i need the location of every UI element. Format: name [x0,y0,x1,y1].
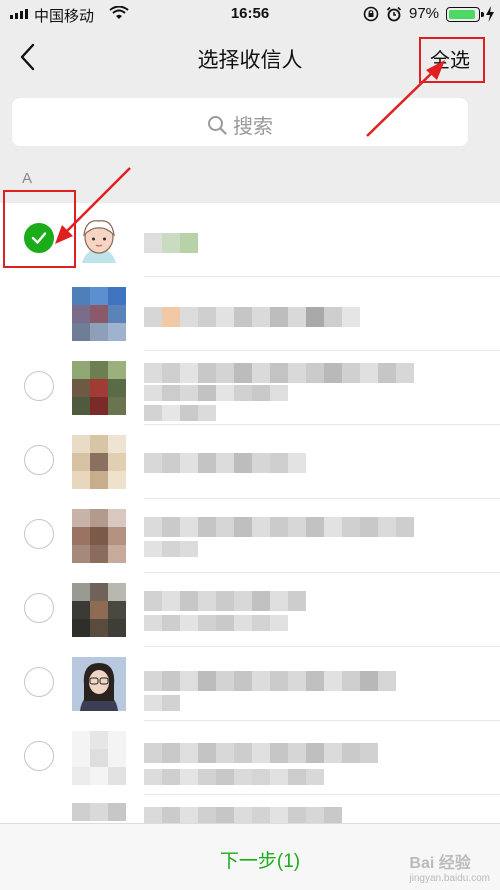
avatar [72,361,126,415]
contact-name-blurred [144,405,216,421]
contact-name-blurred [144,385,288,401]
contact-name-blurred [144,671,396,691]
search-icon [208,115,227,135]
contact-name-blurred [144,541,198,557]
avatar [72,657,126,711]
contact-row[interactable] [0,425,500,499]
contact-name-blurred [144,769,324,785]
avatar [72,509,126,563]
section-index-letter: A [22,170,33,187]
contact-name-blurred [144,307,360,327]
battery-icon [446,7,484,22]
checkbox-unchecked[interactable] [24,519,54,549]
checkbox-unchecked[interactable] [24,593,54,623]
contact-name-blurred [144,363,414,383]
contact-row[interactable] [0,573,500,647]
next-step-button[interactable]: 下一步(1) [203,842,317,876]
charging-icon [486,6,494,22]
contact-row[interactable] [0,499,500,573]
contact-name-blurred [144,615,288,631]
contact-name-blurred [144,517,414,537]
avatar [72,435,126,489]
contact-name-blurred [144,453,306,473]
status-bar: 中国移动 16:56 97% [0,0,500,30]
battery-percent: 97% [409,5,440,22]
contact-name-blurred [144,695,180,711]
avatar [72,731,126,785]
checkbox-unchecked[interactable] [24,667,54,697]
avatar [72,583,126,637]
rotation-lock-icon [363,6,379,22]
contact-name-blurred [144,591,306,611]
avatar [72,215,126,269]
contact-row[interactable] [0,721,500,795]
contact-name-blurred [144,233,198,253]
search-placeholder: 搜索 [233,116,273,138]
checkbox-unchecked[interactable] [24,741,54,771]
contact-row[interactable] [0,647,500,721]
contact-row[interactable] [0,277,500,351]
bottom-bar: 下一步(1) Bai 经验 jingyan.baidu.com [0,823,500,890]
annotation-box-checkbox [3,190,76,268]
avatar [72,287,126,341]
contact-list [0,203,500,827]
search-input[interactable]: 搜索 [12,98,468,146]
checkbox-unchecked[interactable] [24,445,54,475]
baidu-watermark: Bai 经验 jingyan.baidu.com [409,855,490,884]
alarm-icon [386,6,402,22]
checkbox-unchecked[interactable] [24,371,54,401]
contact-row[interactable] [0,351,500,425]
annotation-box-select-all [419,37,485,83]
contact-name-blurred [144,743,378,763]
